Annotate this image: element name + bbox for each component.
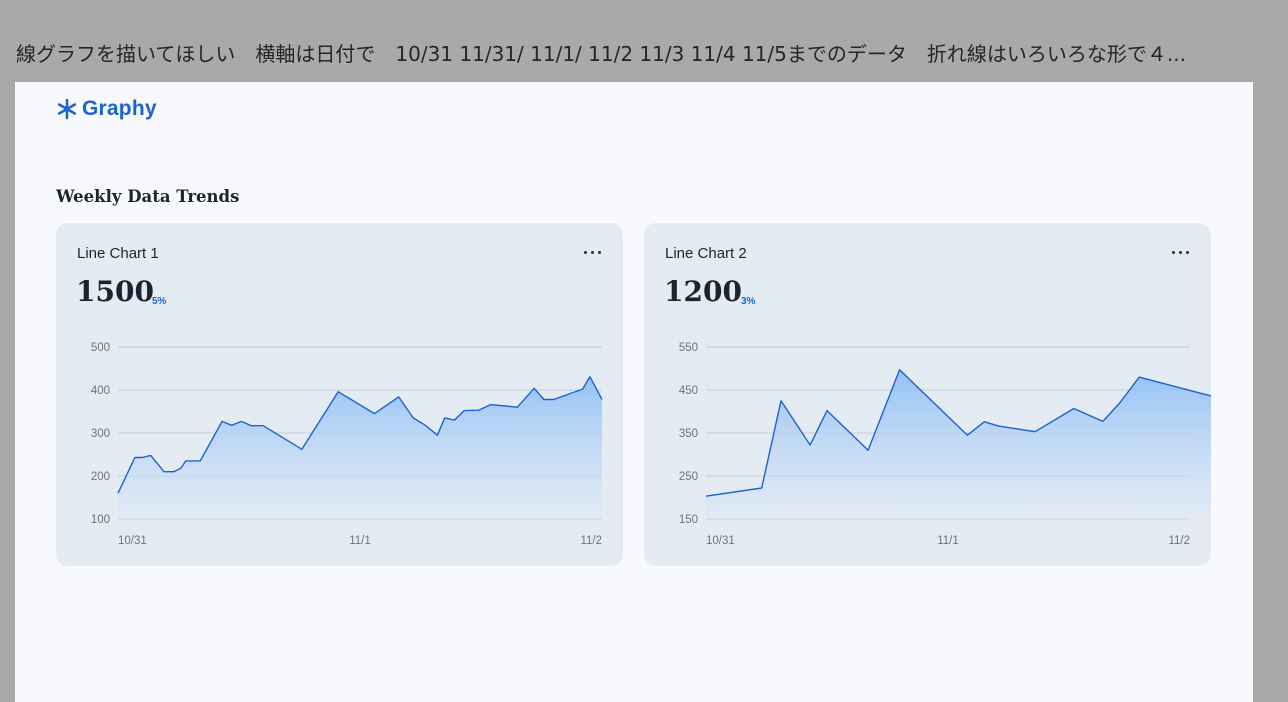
chart-card-1: 500 400 300 200 100 10/31 11/1 11/2 Line Chart … (56, 223, 623, 566)
x-tick-label: 11/2 (580, 535, 602, 547)
app-logo[interactable]: Graphy (56, 97, 157, 121)
x-tick-label: 11/2 (1168, 535, 1190, 547)
x-tick-label: 10/31 (118, 535, 147, 547)
more-horizontal-icon[interactable] (583, 243, 603, 261)
change-badge: 5% (152, 296, 167, 307)
dashboard-page: Graphy Weekly Data Trends 500 400 300 200 10… (15, 82, 1253, 702)
y-tick-label: 200 (91, 471, 110, 483)
change-badge: 3% (741, 296, 756, 307)
x-tick-label: 11/1 (349, 535, 371, 547)
y-tick-label: 450 (679, 385, 698, 397)
y-tick-label: 550 (679, 342, 698, 354)
x-tick-label: 11/1 (937, 535, 959, 547)
y-tick-label: 250 (679, 471, 698, 483)
card-title: Line Chart 2 (665, 245, 747, 262)
series-area (706, 369, 1211, 519)
card-value: 1500 (76, 275, 154, 308)
page-title: Weekly Data Trends (56, 187, 240, 206)
y-tick-label: 150 (679, 514, 698, 526)
chart-card-2: 550 450 350 250 150 10/31 11/1 11/2 Line Chart … (644, 223, 1211, 566)
y-tick-label: 500 (91, 342, 110, 354)
y-tick-label: 100 (91, 514, 110, 526)
logo-text: Graphy (82, 97, 157, 120)
y-tick-label: 300 (91, 428, 110, 440)
card-title: Line Chart 1 (77, 245, 159, 262)
more-horizontal-icon[interactable] (1171, 243, 1191, 261)
y-tick-label: 400 (91, 385, 110, 397)
asterisk-icon (57, 98, 77, 120)
card-value: 1200 (664, 275, 742, 308)
x-tick-label: 10/31 (706, 535, 735, 547)
series-area (118, 376, 602, 519)
prompt-text: 線グラフを描いてほしい 横軸は日付で 10/31 11/31/ 11/1/ 11… (16, 42, 1186, 66)
y-tick-label: 350 (679, 428, 698, 440)
